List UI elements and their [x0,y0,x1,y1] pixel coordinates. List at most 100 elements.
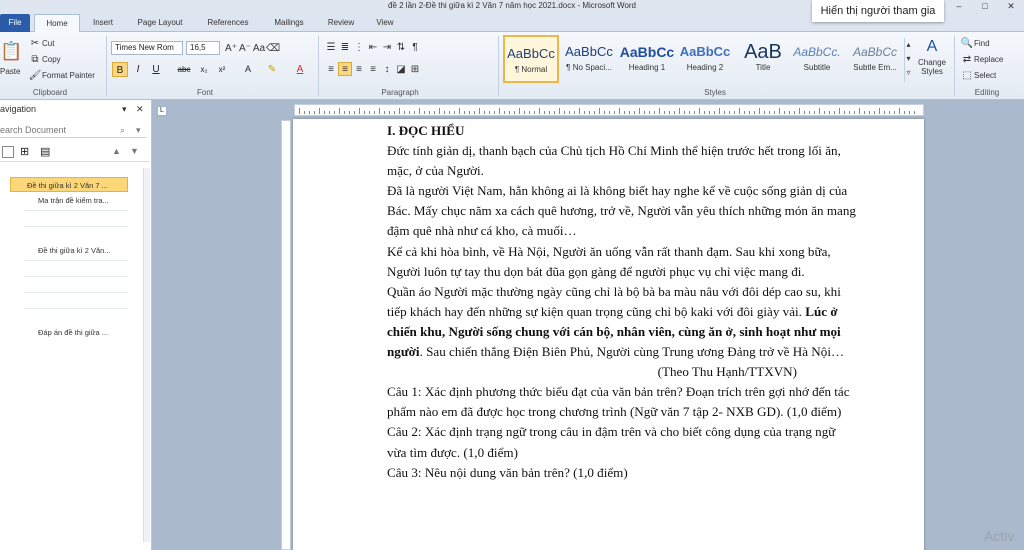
tab-insert[interactable]: Insert [84,14,122,32]
align-left-icon[interactable]: ≡ [324,63,338,77]
increase-indent-icon[interactable]: ⇥ [380,41,394,55]
tab-home[interactable]: Home [34,14,80,32]
tab-page-layout[interactable]: Page Layout [128,14,192,32]
text-effects-button[interactable]: A [240,62,256,77]
find-button[interactable]: Find [974,39,990,48]
font-size-box[interactable]: 16,5 [186,41,220,55]
tab-view[interactable]: View [368,14,402,32]
horizontal-ruler[interactable] [294,104,924,116]
style-no-spacing[interactable]: AaBbCc ¶ No Spaci... [561,35,617,83]
styles-scroll-icon[interactable]: ▴ ▾ ▿ [904,38,912,82]
style-heading-2[interactable]: AaBbCc Heading 2 [677,35,733,83]
ruler-tick [439,108,440,114]
change-case-icon[interactable]: Aa [252,42,266,56]
close-button[interactable]: ✕ [998,0,1024,12]
next-heading-icon[interactable]: ▼ [130,146,139,156]
tab-file[interactable]: File [0,14,30,32]
ruler-tick [889,111,890,114]
ruler-tick [389,111,390,114]
borders-icon[interactable]: ⊞ [408,63,422,77]
show-formatting-icon[interactable]: ¶ [408,41,422,55]
ruler-tick [859,108,860,114]
ruler-tick [434,111,435,114]
chevron-down-icon[interactable]: ▾ [136,122,141,138]
grow-font-icon[interactable]: A⁺ [224,42,238,56]
ruler-tick [809,111,810,114]
tab-review[interactable]: Review [320,14,362,32]
nav-scrollbar[interactable] [143,168,150,542]
nav-menu-icon[interactable]: ▾ [122,104,127,115]
ruler-tick [894,111,895,114]
bold-button[interactable]: B [112,62,128,77]
tab-selector[interactable]: L [157,106,167,116]
italic-button[interactable]: I [130,62,146,77]
justify-icon[interactable]: ≡ [366,63,380,77]
ruler-tick [539,108,540,114]
paragraph-4: Quần áo Người mặc thường ngày cũng chỉ l… [387,283,845,360]
question-3: Câu 3: Nêu nội dung văn bản trên? (1,0 đ… [387,464,628,480]
ruler-tick [799,108,800,114]
tab-references[interactable]: References [198,14,258,32]
numbering-icon[interactable]: ≣ [338,41,352,55]
ruler-tick [524,111,525,114]
participants-overlay[interactable]: Hiển thị người tham gia [812,0,944,22]
ruler-tick [844,111,845,114]
style-normal[interactable]: AaBbCc ¶ Normal [503,35,559,83]
multilevel-list-icon[interactable]: ⋮ [352,41,366,55]
nav-item-heading-1[interactable]: Đề thi giữa kì 2 Văn 7 ... [10,177,128,192]
font-name-box[interactable]: Times New Rom [111,41,183,55]
headings-view-icon[interactable] [2,146,14,158]
tab-mailings[interactable]: Mailings [264,14,314,32]
nav-item-heading-4[interactable]: Đáp án đề thi giữa ... [24,325,128,340]
shrink-font-icon[interactable]: A⁻ [238,42,252,56]
cut-button[interactable]: Cut [42,39,54,48]
vertical-ruler[interactable] [281,120,291,550]
ruler-tick [824,111,825,114]
bullets-icon[interactable]: ☰ [324,41,338,55]
ruler-tick [699,108,700,114]
search-icon[interactable]: ⌕ [120,122,125,138]
format-painter-button[interactable]: Format Painter [42,71,95,80]
style-title[interactable]: AaB Title [735,35,791,83]
previous-heading-icon[interactable]: ▲ [112,146,121,156]
decrease-indent-icon[interactable]: ⇤ [366,41,380,55]
ruler-tick [874,111,875,114]
style-subtle-emphasis[interactable]: AaBbCc Subtle Em... [847,35,903,83]
select-button[interactable]: Select [974,71,996,80]
highlight-color-icon[interactable]: ✎ [264,62,280,77]
strikethrough-button[interactable]: abc [176,62,192,77]
document-page[interactable]: I. ĐỌC HIỂU Đức tính giản dị, thanh bạch… [293,119,924,550]
style-heading-1[interactable]: AaBbCc Heading 1 [619,35,675,83]
clear-format-icon[interactable]: ⌫ [266,42,280,56]
minimize-button[interactable]: – [946,0,972,12]
nav-close-icon[interactable]: ✕ [136,104,144,115]
ruler-tick [369,111,370,114]
ruler-tick [619,108,620,114]
font-color-icon[interactable]: A [292,62,308,77]
line-spacing-icon[interactable]: ↕ [380,63,394,77]
style-subtitle[interactable]: AaBbCc. Subtitle [789,35,845,83]
align-right-icon[interactable]: ≡ [352,63,366,77]
underline-button[interactable]: U [148,62,164,77]
search-document-input[interactable]: earch Document ⌕ ▾ [0,122,146,138]
maximize-button[interactable]: □ [972,0,998,12]
document-body[interactable]: I. ĐỌC HIỂU Đức tính giản dị, thanh bạch… [387,121,857,483]
results-view-icon[interactable]: ▤ [40,145,50,158]
shading-icon[interactable]: ◪ [394,63,408,77]
paste-button[interactable]: Paste [0,66,20,78]
paragraph-2: Đã là người Việt Nam, hẳn không ai là kh… [387,183,856,239]
copy-button[interactable]: Copy [42,55,61,64]
sort-icon[interactable]: ⇅ [394,41,408,55]
nav-item-heading-2[interactable]: Ma trận đề kiểm tra... [24,193,128,208]
subscript-button[interactable]: x₂ [196,62,212,77]
pages-view-icon[interactable]: ⊞ [20,145,29,158]
ruler-tick [409,111,410,114]
change-styles-button[interactable]: A Change Styles [914,36,950,76]
paragraph-group-label: Paragraph [381,88,419,97]
nav-item-heading-3[interactable]: Đề thi giữa kì 2 Văn... [24,243,128,258]
cut-icon: ✂ [30,38,40,49]
ruler-tick [359,108,360,114]
superscript-button[interactable]: x² [214,62,230,77]
replace-button[interactable]: Replace [974,55,1003,64]
align-center-icon[interactable]: ≡ [338,62,352,76]
